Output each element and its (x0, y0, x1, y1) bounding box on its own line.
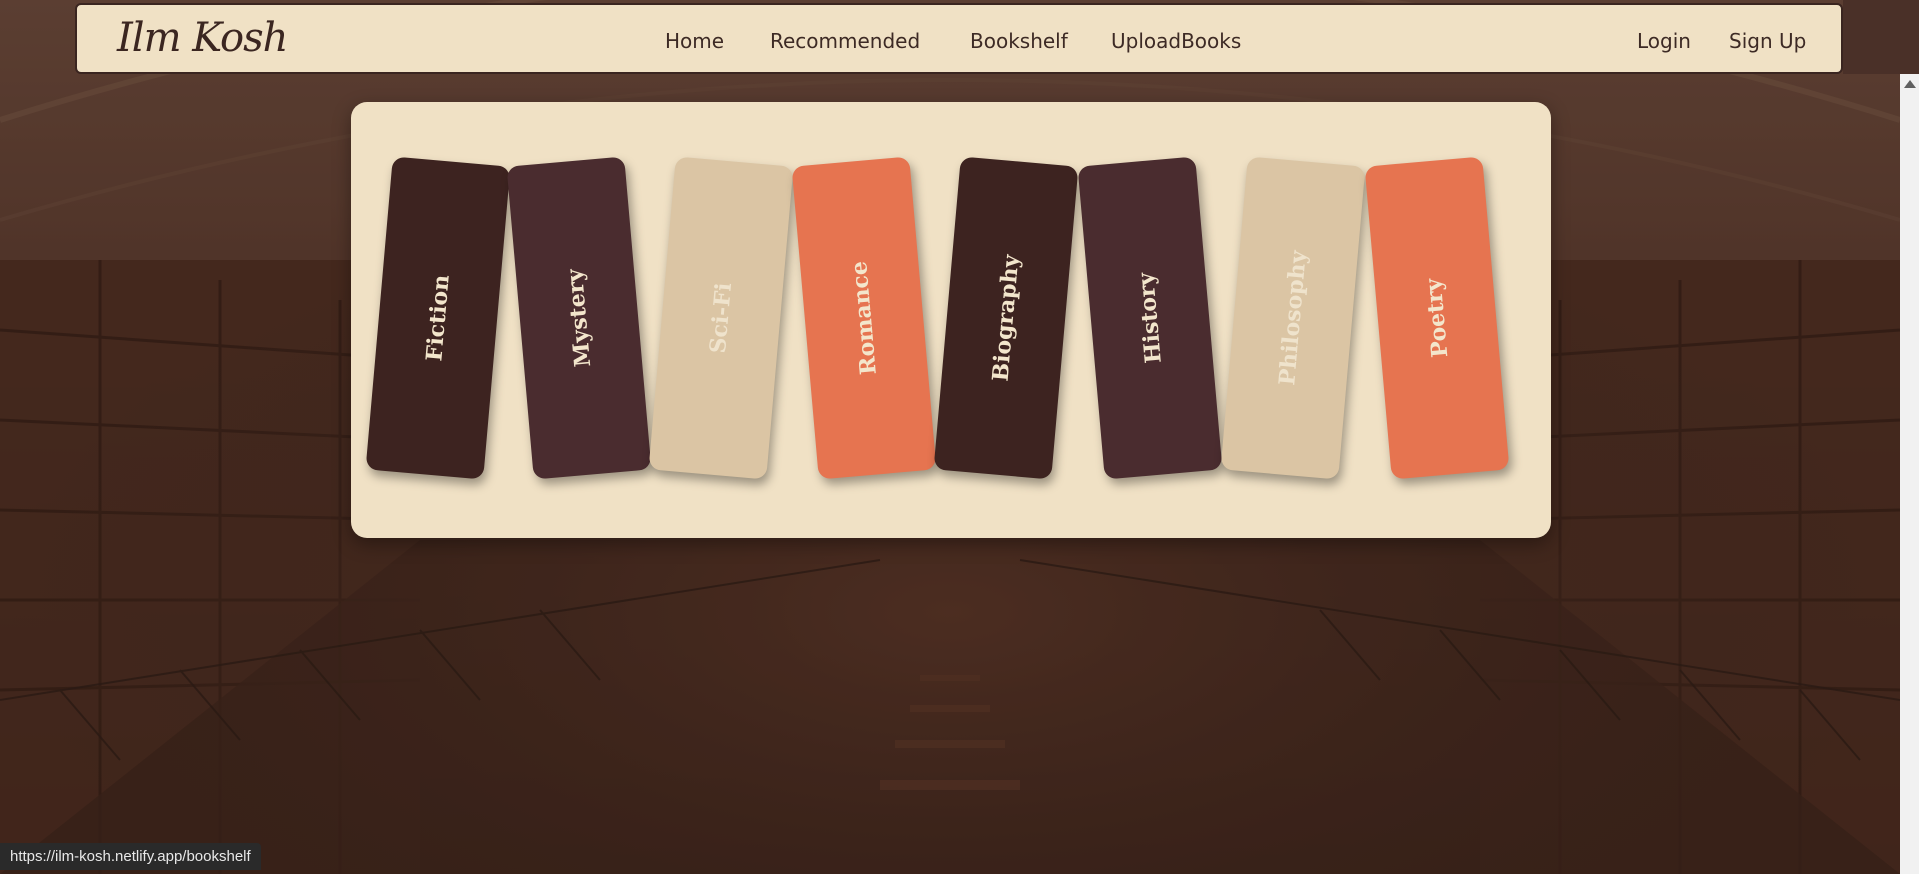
link-status-url: https://ilm-kosh.netlify.app/bookshelf (0, 843, 261, 870)
nav-bookshelf-link[interactable]: Bookshelf (970, 29, 1068, 53)
book-label-biography: Biography (987, 253, 1025, 383)
book-label-romance: Romance (846, 260, 882, 376)
navbar: Ilm Kosh Home Recommended Bookshelf Uplo… (75, 3, 1843, 74)
vertical-scrollbar[interactable] (1900, 74, 1919, 874)
genre-bookshelf: Fiction Mystery Sci-Fi Romance Biography… (351, 102, 1551, 538)
book-history[interactable]: History (1077, 156, 1223, 480)
scroll-up-arrow-icon[interactable] (1904, 80, 1916, 88)
nav-uploadbooks-link[interactable]: UploadBooks (1111, 29, 1241, 53)
nav-login-link[interactable]: Login (1637, 29, 1691, 53)
site-logo[interactable]: Ilm Kosh (117, 15, 288, 61)
book-poetry[interactable]: Poetry (1364, 156, 1510, 480)
book-biography[interactable]: Biography (933, 156, 1079, 480)
book-fiction[interactable]: Fiction (365, 156, 511, 480)
top-right-bar (1843, 0, 1919, 74)
nav-home-link[interactable]: Home (665, 29, 724, 53)
book-philosophy[interactable]: Philosophy (1220, 156, 1366, 480)
book-label-mystery: Mystery (561, 268, 597, 368)
book-label-history: History (1133, 271, 1167, 365)
nav-signup-link[interactable]: Sign Up (1729, 29, 1806, 53)
book-label-fiction: Fiction (421, 273, 455, 363)
book-sci-fi[interactable]: Sci-Fi (648, 156, 794, 480)
book-romance[interactable]: Romance (791, 156, 937, 480)
book-label-poetry: Poetry (1420, 277, 1454, 359)
book-label-philosophy: Philosophy (1274, 249, 1312, 387)
book-label-sci-fi: Sci-Fi (704, 281, 738, 355)
nav-recommended-link[interactable]: Recommended (770, 29, 920, 53)
book-mystery[interactable]: Mystery (506, 156, 652, 480)
